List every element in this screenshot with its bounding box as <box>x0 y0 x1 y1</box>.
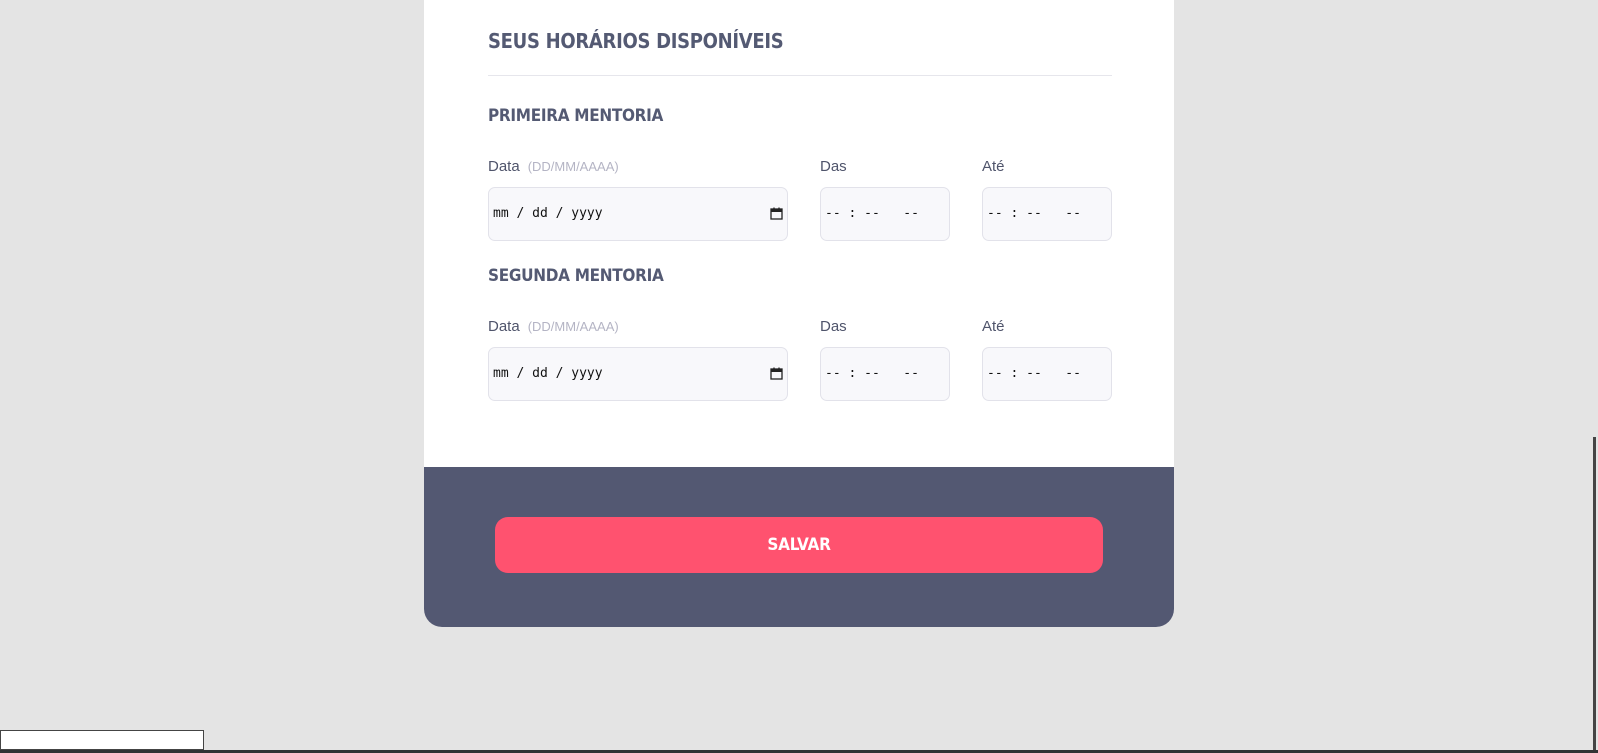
schedule-card: Seus horários disponíveis Primeira mento… <box>424 0 1174 627</box>
first-to-time-input[interactable]: -- : -- -- <box>982 187 1112 241</box>
second-to-time-value: -- : -- -- <box>987 366 1081 381</box>
calendar-icon[interactable] <box>770 367 783 380</box>
first-date-hint: (DD/MM/AAAA) <box>527 159 619 174</box>
section-title: Seus horários disponíveis <box>488 29 784 53</box>
second-from-time-input[interactable]: -- : -- -- <box>820 347 950 401</box>
second-date-value: mm / dd / yyyy <box>493 366 603 381</box>
second-to-label: Até <box>982 318 1005 335</box>
second-date-label: Data (DD/MM/AAAA) <box>488 318 619 335</box>
bottom-text-input[interactable] <box>0 730 204 750</box>
card-footer: Salvar <box>424 467 1174 627</box>
first-date-input[interactable]: mm / dd / yyyy <box>488 187 788 241</box>
save-button[interactable]: Salvar <box>495 517 1103 573</box>
second-to-time-input[interactable]: -- : -- -- <box>982 347 1112 401</box>
second-date-input[interactable]: mm / dd / yyyy <box>488 347 788 401</box>
calendar-icon[interactable] <box>770 207 783 220</box>
first-date-label: Data (DD/MM/AAAA) <box>488 158 619 175</box>
page-scrollbar[interactable] <box>1586 0 1598 753</box>
second-from-label: Das <box>820 318 847 335</box>
first-to-label: Até <box>982 158 1005 175</box>
first-date-value: mm / dd / yyyy <box>493 206 603 221</box>
section-divider <box>488 75 1112 76</box>
second-from-time-value: -- : -- -- <box>825 366 919 381</box>
first-mentoria-title: Primeira mentoria <box>488 106 664 126</box>
second-mentoria-title: Segunda mentoria <box>488 266 664 286</box>
first-to-time-value: -- : -- -- <box>987 206 1081 221</box>
first-from-label: Das <box>820 158 847 175</box>
scrollbar-thumb[interactable] <box>1593 437 1596 750</box>
first-from-time-value: -- : -- -- <box>825 206 919 221</box>
second-date-hint: (DD/MM/AAAA) <box>527 319 619 334</box>
first-from-time-input[interactable]: -- : -- -- <box>820 187 950 241</box>
